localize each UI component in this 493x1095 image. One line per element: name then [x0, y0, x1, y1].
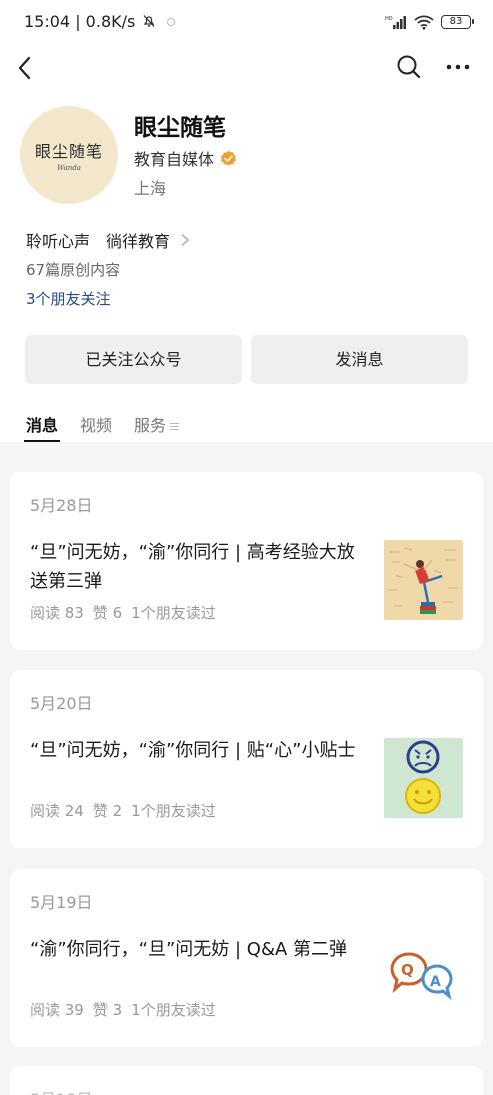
account-tags[interactable]: 聆听心声 徜徉教育	[26, 228, 190, 252]
post-likes: 赞 3	[92, 1001, 123, 1019]
tag-item: 徜徉教育	[106, 232, 171, 251]
post-date: 5月18日	[30, 1086, 93, 1095]
nav-bar	[0, 48, 493, 88]
post-title[interactable]: “渝”你同行，“旦”问无妨 | Q&A 第二弹	[30, 935, 372, 964]
status-time: 15:04 | 0.8K/s	[24, 12, 176, 31]
post-card-partial[interactable]: 5月18日	[10, 1066, 483, 1095]
post-title[interactable]: “旦”问无妨，“渝”你同行 | 贴“心”小贴士	[30, 736, 372, 765]
post-meta: 阅读 39 赞 3 1个朋友读过	[30, 999, 225, 1020]
mute-icon	[143, 15, 155, 27]
more-icon[interactable]	[444, 54, 472, 80]
post-reads: 阅读 24	[30, 802, 84, 820]
post-reads: 阅读 83	[30, 604, 84, 622]
avatar-logo-sub: Wanda	[57, 164, 81, 172]
verified-badge-icon	[220, 150, 236, 166]
post-card[interactable]: 5月19日 “渝”你同行，“旦”问无妨 | Q&A 第二弹 阅读 39 赞 3 1个…	[10, 869, 483, 1047]
followed-button[interactable]: 已关注公众号	[25, 335, 242, 384]
tab-video[interactable]: 视频	[80, 412, 112, 442]
post-thumbnail[interactable]	[384, 738, 463, 818]
original-content-count: 67篇原创内容	[26, 261, 121, 279]
account-name: 眼尘随笔	[134, 115, 226, 141]
battery-icon: 83	[441, 15, 474, 29]
post-likes: 赞 2	[92, 802, 123, 820]
svg-text:Q: Q	[401, 961, 414, 979]
post-reads: 阅读 39	[30, 1001, 84, 1019]
account-type: 教育自媒体	[134, 146, 237, 170]
svg-text:A: A	[430, 974, 441, 990]
post-likes: 赞 6	[92, 604, 123, 622]
post-title[interactable]: “旦”问无妨，“渝”你同行 | 高考经验大放送第三弹	[30, 538, 372, 596]
post-friends-read: 1个朋友读过	[131, 1001, 216, 1019]
account-type-label: 教育自媒体	[134, 150, 215, 169]
tag-item: 聆听心声	[26, 232, 91, 251]
app-notification-icon	[166, 18, 175, 26]
post-card[interactable]: 5月20日 “旦”问无妨，“渝”你同行 | 贴“心”小贴士 阅读 24 赞 2 1个…	[10, 670, 483, 848]
post-friends-read: 1个朋友读过	[131, 802, 216, 820]
tab-messages[interactable]: 消息	[23, 412, 61, 442]
content-tabs: 消息 视频 服务	[23, 412, 180, 442]
post-card[interactable]: 5月28日 “旦”问无妨，“渝”你同行 | 高考经验大放送第三弹 阅读 83 赞 …	[10, 472, 483, 650]
chevron-right-icon	[181, 233, 190, 247]
tab-services-label: 服务	[134, 416, 167, 435]
network-speed: 0.8K/s	[85, 12, 136, 31]
signal-icon: HD	[385, 16, 406, 29]
status-bar: 15:04 | 0.8K/s HD 83	[0, 0, 493, 44]
svg-text:HD: HD	[385, 16, 393, 22]
post-meta: 阅读 83 赞 6 1个朋友读过	[30, 602, 225, 623]
menu-icon	[170, 423, 180, 430]
post-thumbnail[interactable]: Q A	[384, 937, 463, 1017]
search-icon[interactable]	[396, 54, 422, 80]
post-thumbnail[interactable]	[384, 540, 463, 620]
avatar-logo-text: 眼尘随笔	[34, 142, 103, 161]
tab-services[interactable]: 服务	[134, 412, 180, 442]
account-location: 上海	[134, 179, 167, 198]
wifi-icon	[414, 15, 434, 30]
post-date: 5月19日	[30, 893, 93, 912]
profile-header: 15:04 | 0.8K/s HD 83 眼尘随笔 Wanda 眼尘随笔 教育自…	[0, 0, 493, 442]
post-date: 5月28日	[30, 496, 93, 515]
post-friends-read: 1个朋友读过	[131, 604, 216, 622]
avatar[interactable]: 眼尘随笔 Wanda	[20, 106, 118, 204]
status-right: HD 83	[385, 12, 474, 32]
post-meta: 阅读 24 赞 2 1个朋友读过	[30, 800, 225, 821]
friends-following-link[interactable]: 3个朋友关注	[26, 288, 111, 309]
back-icon[interactable]	[14, 52, 38, 84]
send-message-button[interactable]: 发消息	[251, 335, 468, 384]
post-date: 5月20日	[30, 694, 93, 713]
